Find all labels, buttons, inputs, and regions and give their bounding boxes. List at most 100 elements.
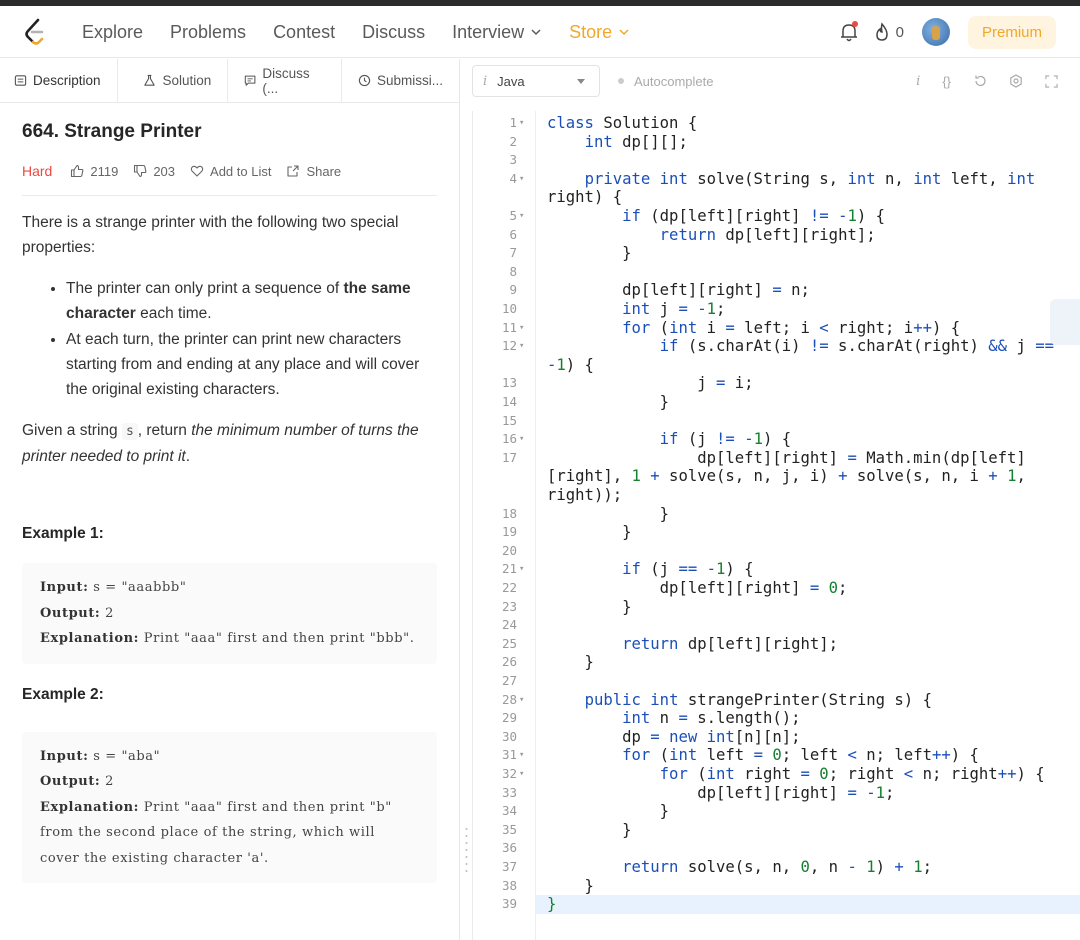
nav-contest[interactable]: Contest [273, 22, 335, 43]
line-number: 8 [509, 263, 517, 279]
example-1-box: Input: s = "aaabbb" Output: 2 Explanatio… [22, 563, 437, 664]
share-button[interactable]: Share [286, 164, 341, 179]
dislike-count: 203 [153, 163, 176, 179]
fullscreen-icon[interactable] [1045, 74, 1058, 88]
line-number: 25 [501, 635, 517, 651]
nav-store[interactable]: Store [569, 22, 630, 43]
code-line: 6 return dp[left][right]; [473, 226, 1080, 245]
avatar[interactable] [921, 18, 950, 46]
code-line: 2 int dp[][]; [473, 133, 1080, 152]
code-line: 13 j = i; [473, 374, 1080, 393]
fold-chevron-icon[interactable]: ▾ [519, 746, 524, 765]
fold-chevron-icon[interactable]: ▾ [519, 170, 524, 189]
code-line: 32 ▾ for (int right = 0; right < n; right… [473, 765, 1080, 784]
fold-chevron-icon[interactable]: ▾ [519, 207, 524, 226]
code-text: int dp[][]; [584, 132, 688, 151]
explanation-value: Print "aaa" first and then print "bbb". [143, 631, 415, 646]
code-line: 38 } [473, 877, 1080, 896]
share-icon [287, 165, 300, 177]
language-select[interactable]: i Java [472, 65, 600, 97]
code-line: 8 [473, 263, 1080, 282]
code-line: right) { [473, 188, 1080, 207]
tab-divider [341, 58, 342, 103]
code-line: 1 ▾ class Solution { [473, 114, 1080, 133]
notification-bell-icon[interactable] [838, 21, 860, 43]
format-braces-icon[interactable]: {} [942, 74, 951, 89]
problem-task: Given a string s, return the minimum num… [22, 418, 437, 469]
code-text: return solve(s, n, 0, n - 1) + 1; [622, 858, 932, 876]
code-text: private int solve(String s, int n, int l… [584, 169, 1036, 188]
code-text: if (j != -1) { [659, 430, 792, 449]
thumbs-up-icon [71, 164, 84, 178]
code-line: 27 [473, 672, 1080, 691]
nav-interview[interactable]: Interview [452, 22, 542, 43]
fold-chevron-icon[interactable]: ▾ [519, 114, 524, 133]
thumbs-down-icon [134, 164, 147, 178]
autocomplete-toggle[interactable]: Autocomplete [618, 74, 714, 89]
tab-submissions[interactable]: Submissi... [358, 59, 459, 103]
tab-discuss[interactable]: Discuss (... [244, 59, 341, 103]
code-line: 23 } [473, 598, 1080, 617]
nav-interview-label: Interview [452, 21, 525, 42]
nav-discuss[interactable]: Discuss [362, 22, 425, 43]
line-number: 39 [501, 896, 517, 912]
code-line: [right], 1 + solve(s, n, j, i) + solve(s… [473, 467, 1080, 486]
fold-chevron-icon[interactable]: ▾ [519, 337, 524, 356]
info-icon[interactable]: i [916, 74, 920, 89]
tab-description[interactable]: Description [14, 59, 117, 103]
line-number: 24 [501, 617, 517, 633]
line-number: 38 [501, 877, 517, 893]
line-number: 16 [501, 431, 517, 447]
code-line: 3 [473, 151, 1080, 170]
line-number: 27 [501, 673, 517, 688]
line-number: 23 [501, 598, 517, 614]
code-line: 29 int n = s.length(); [473, 709, 1080, 728]
leetcode-logo-icon[interactable] [22, 18, 48, 46]
description-icon [14, 75, 27, 86]
code-line: 16 ▾ if (j != -1) { [473, 430, 1080, 449]
code-text: } [547, 523, 632, 542]
example-1-output: Output: 2 [40, 601, 419, 627]
line-number: 36 [501, 840, 517, 856]
input-label: Input: [40, 580, 89, 595]
fold-chevron-icon[interactable]: ▾ [519, 691, 524, 710]
code-text: for (int right = 0; right < n; right++) … [659, 765, 1045, 783]
floating-panel-tab[interactable] [1050, 299, 1080, 345]
fold-chevron-icon[interactable]: ▾ [519, 560, 524, 579]
code-text: for (int left = 0; left < n; left++) { [622, 746, 979, 765]
chevron-down-icon [619, 29, 629, 36]
code-area[interactable]: 1 ▾ class Solution {2 int dp[][]; 3 4 ▾ priva… [472, 111, 1080, 940]
example-1-title: Example 1: [22, 525, 104, 542]
reset-icon[interactable] [973, 74, 987, 88]
bullet1-pre: The printer can only print a sequence of [66, 280, 344, 297]
code-text: } [547, 653, 594, 672]
code-line: 4 ▾ private int solve(String s, int n, in… [473, 170, 1080, 189]
line-number: 1 [509, 115, 517, 130]
code-line: 11 ▾ for (int i = left; i < right; i++) { [473, 319, 1080, 338]
tab-solution[interactable]: Solution [143, 59, 227, 103]
add-to-list-button[interactable]: Add to List [190, 164, 271, 179]
fold-chevron-icon[interactable]: ▾ [519, 765, 524, 784]
example-1-explanation: Explanation: Print "aaa" first and then … [40, 626, 419, 652]
notification-dot [851, 21, 858, 27]
panel-resize-handle[interactable] [465, 826, 468, 874]
premium-button[interactable]: Premium [967, 15, 1056, 49]
line-number: 9 [509, 282, 517, 298]
fold-chevron-icon[interactable]: ▾ [519, 430, 524, 449]
settings-icon[interactable] [1009, 74, 1023, 88]
code-line: 25 return dp[left][right]; [473, 635, 1080, 654]
task-post: . [185, 448, 191, 465]
code-text: for (int i = left; i < right; i++) { [622, 318, 961, 337]
nav-problems[interactable]: Problems [170, 22, 246, 43]
fold-chevron-icon[interactable]: ▾ [519, 319, 524, 338]
code-text: if (j == -1) { [622, 560, 754, 579]
code-line: 24 [473, 616, 1080, 635]
streak-counter[interactable]: 0 [874, 22, 904, 42]
line-number: 20 [501, 542, 517, 558]
code-editor-panel: i Java Autocomplete i {} 1 ▾ class Solutio… [472, 59, 1080, 940]
like-button[interactable]: 2119 [70, 164, 118, 179]
line-number: 32 [501, 766, 517, 781]
nav-explore[interactable]: Explore [82, 22, 143, 43]
code-line: 33 dp[left][right] = -1; [473, 784, 1080, 803]
dislike-button[interactable]: 203 [133, 164, 175, 179]
